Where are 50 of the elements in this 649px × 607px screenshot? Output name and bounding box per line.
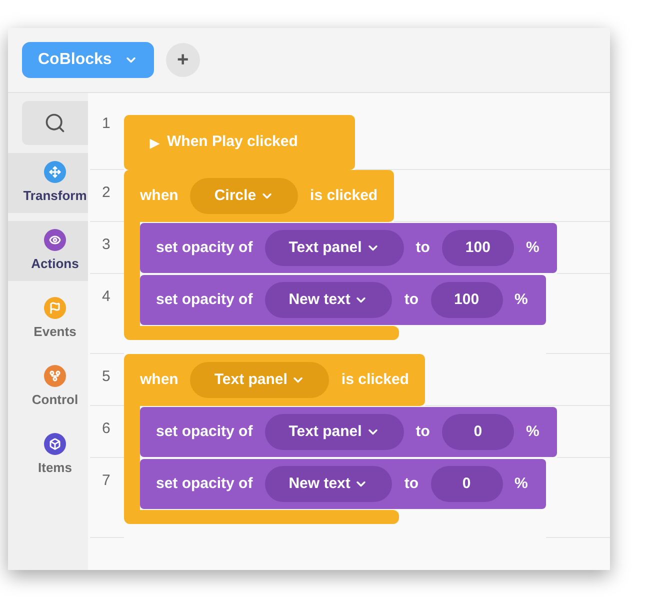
block-label: to xyxy=(404,474,419,494)
add-button[interactable]: + xyxy=(166,43,200,77)
block-label: when xyxy=(140,186,178,206)
set-opacity-block[interactable]: set opacity of Text panel to 0 % xyxy=(140,407,558,457)
block-label: When Play clicked xyxy=(167,132,298,152)
value-field[interactable]: 0 xyxy=(442,414,514,450)
block-label: to xyxy=(416,422,430,442)
category-label: Control xyxy=(32,390,78,409)
line-number: 3 xyxy=(101,235,112,255)
set-opacity-block[interactable]: set opacity of New text to 0 % xyxy=(140,459,546,509)
line-number: 4 xyxy=(101,287,112,307)
unit-label: % xyxy=(514,474,528,494)
unit-label: % xyxy=(526,422,540,442)
block-label: is clicked xyxy=(341,370,409,390)
block-label: to xyxy=(416,238,430,258)
block-label: set opacity of xyxy=(156,474,253,494)
target-dropdown[interactable]: Text panel xyxy=(264,230,404,266)
set-opacity-block[interactable]: set opacity of New text to 100 % xyxy=(140,275,546,325)
line-number: 5 xyxy=(101,367,112,387)
block-label: set opacity of xyxy=(156,422,253,442)
line-number: 7 xyxy=(101,471,112,491)
value-field[interactable]: 100 xyxy=(430,282,503,318)
category-tab[interactable]: Actions xyxy=(8,221,88,281)
value-field[interactable]: 0 xyxy=(430,466,503,502)
line-number: 1 xyxy=(101,114,112,134)
category-label: Events xyxy=(34,322,76,341)
target-dropdown[interactable]: New text xyxy=(264,466,392,502)
target-dropdown[interactable]: New text xyxy=(264,282,392,318)
category-label: Items xyxy=(38,458,72,477)
category-tab[interactable]: Events xyxy=(8,289,88,349)
category-tab[interactable]: Items xyxy=(8,425,88,485)
category-label: Transform xyxy=(23,186,87,205)
unit-label: % xyxy=(526,238,540,258)
search-button[interactable] xyxy=(22,101,88,145)
unit-label: % xyxy=(514,290,528,310)
target-dropdown[interactable]: Text panel xyxy=(264,414,404,450)
block-label: to xyxy=(404,290,419,310)
block-label: set opacity of xyxy=(156,290,253,310)
category-tab[interactable]: Control xyxy=(8,357,88,417)
line-number: 6 xyxy=(101,419,112,439)
play-icon: ▶ xyxy=(150,134,159,152)
category-tab[interactable]: Transform xyxy=(8,153,88,213)
line-number: 2 xyxy=(101,183,112,203)
search-icon xyxy=(44,112,66,134)
value-field[interactable]: 100 xyxy=(442,230,514,266)
set-opacity-block[interactable]: set opacity of Text panel to 100 % xyxy=(140,223,558,273)
block-label: is clicked xyxy=(310,186,378,206)
block-label: set opacity of xyxy=(156,238,253,258)
block-label: when xyxy=(140,370,178,390)
category-label: Actions xyxy=(31,254,79,273)
